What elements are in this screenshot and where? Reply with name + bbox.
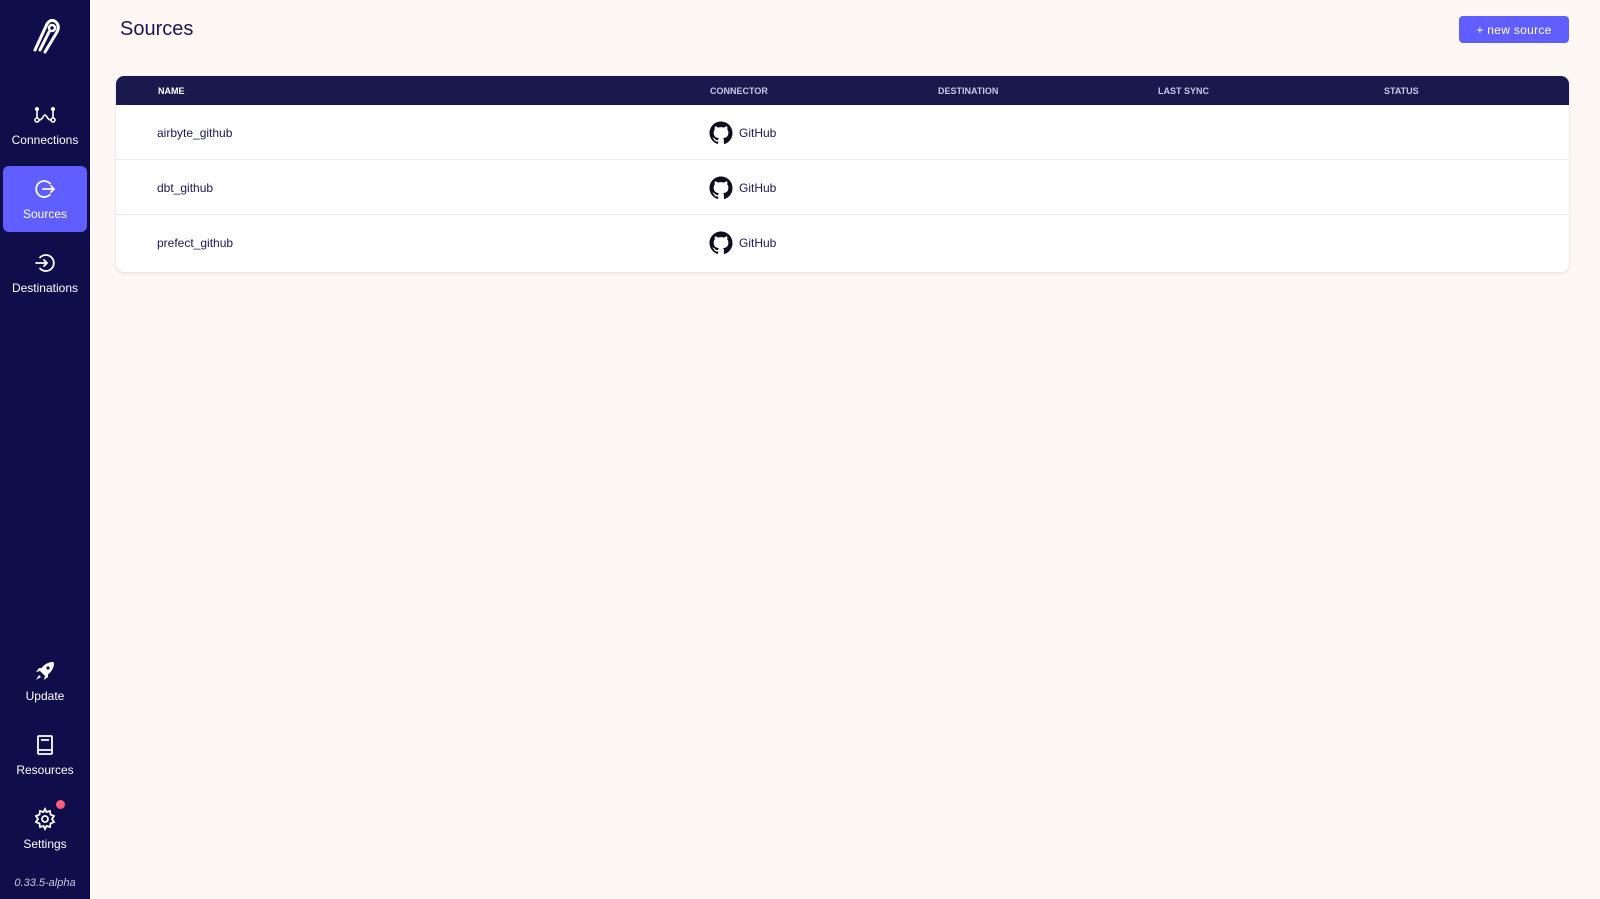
connections-icon: [34, 107, 56, 123]
table-row[interactable]: dbt_github GitHub: [116, 160, 1569, 215]
page-title: Sources: [120, 18, 194, 40]
book-icon: [37, 735, 53, 755]
github-icon: [709, 176, 733, 200]
table-row[interactable]: prefect_github GitHub: [116, 215, 1569, 270]
column-header-status[interactable]: STATUS: [1384, 86, 1419, 96]
connector-cell: GitHub: [709, 121, 776, 145]
source-name: airbyte_github: [157, 126, 233, 140]
sources-table: NAME CONNECTOR DESTINATION LAST SYNC STA…: [116, 76, 1569, 272]
connector-label: GitHub: [739, 181, 777, 195]
sidebar-item-destinations[interactable]: Destinations: [3, 240, 87, 306]
new-source-button[interactable]: + new source: [1459, 16, 1569, 43]
connector-label: GitHub: [739, 126, 777, 140]
sidebar-item-label: Connections: [11, 133, 79, 147]
table-row[interactable]: airbyte_github GitHub: [116, 105, 1569, 160]
sidebar-item-label: Sources: [22, 207, 68, 221]
destinations-icon: [35, 254, 55, 272]
sidebar-item-label: Resources: [16, 763, 74, 777]
column-header-last-sync[interactable]: LAST SYNC: [1158, 86, 1209, 96]
column-header-connector[interactable]: CONNECTOR: [710, 86, 768, 96]
connector-label: GitHub: [739, 236, 777, 250]
column-header-destination[interactable]: DESTINATION: [938, 86, 998, 96]
sources-icon: [35, 180, 56, 198]
source-name: dbt_github: [157, 181, 214, 195]
github-icon: [709, 121, 733, 145]
sidebar-item-sources[interactable]: Sources: [3, 166, 87, 232]
source-name: prefect_github: [157, 236, 234, 250]
sidebar-item-label: Destinations: [11, 281, 79, 295]
sidebar-item-label: Settings: [23, 837, 67, 851]
github-icon: [709, 231, 733, 255]
sidebar-item-label: Update: [25, 689, 65, 703]
sidebar-item-resources[interactable]: Resources: [3, 722, 87, 788]
connector-cell: GitHub: [709, 231, 776, 255]
sidebar-item-connections[interactable]: Connections: [3, 92, 87, 158]
sidebar-item-settings[interactable]: Settings: [3, 796, 87, 862]
airbyte-logo-icon[interactable]: [27, 16, 63, 56]
gear-icon: [34, 807, 56, 831]
column-header-name[interactable]: NAME: [158, 86, 185, 96]
table-header: NAME CONNECTOR DESTINATION LAST SYNC STA…: [116, 76, 1569, 105]
connector-cell: GitHub: [709, 176, 776, 200]
rocket-icon: [36, 662, 54, 680]
sidebar-item-update[interactable]: Update: [3, 648, 87, 714]
notification-dot: [56, 800, 65, 809]
app-version: 0.33.5-alpha: [14, 877, 76, 889]
sidebar: Connections Sources Destinations Update …: [0, 0, 90, 899]
